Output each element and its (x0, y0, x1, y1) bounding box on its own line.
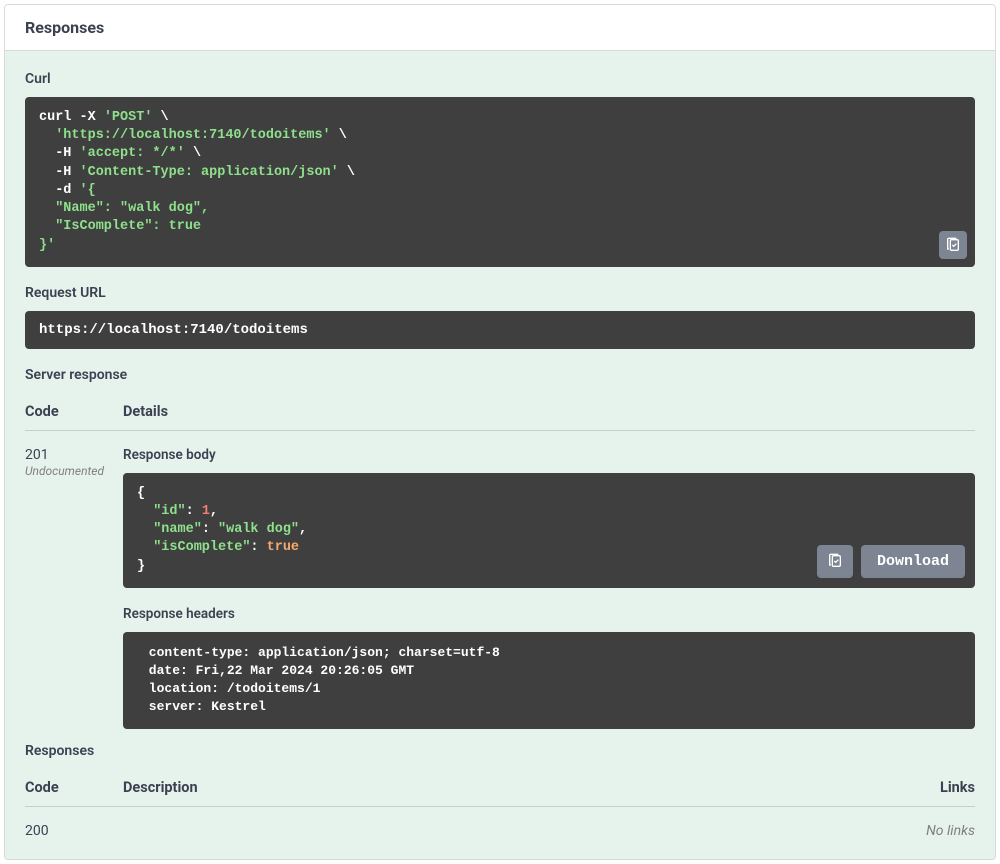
col-details-header: Details (123, 403, 975, 420)
response-body-actions: Download (817, 545, 965, 578)
col-code-header: Code (25, 403, 123, 420)
request-url-label: Request URL (25, 285, 975, 301)
status-note: Undocumented (25, 464, 123, 478)
responses-list-label: Responses (25, 743, 975, 759)
download-button[interactable]: Download (861, 545, 965, 578)
clipboard-icon (827, 553, 843, 569)
response-headers-block: content-type: application/json; charset=… (123, 632, 975, 729)
responses-header: Responses (5, 5, 995, 51)
col-links-header: Links (875, 779, 975, 796)
response-body-label: Response body (123, 447, 975, 463)
curl-code: curl -X 'POST' \ 'https://localhost:7140… (39, 109, 961, 255)
responses-list-table: Code Description Links 200No links (25, 769, 975, 839)
responses-panel: Responses Curl curl -X 'POST' \ 'https:/… (4, 4, 996, 860)
curl-block: curl -X 'POST' \ 'https://localhost:7140… (25, 97, 975, 267)
curl-label: Curl (25, 71, 975, 87)
details-cell: Response body { "id": 1, "name": "walk d… (123, 447, 975, 729)
response-body-block: { "id": 1, "name": "walk dog", "isComple… (123, 473, 975, 588)
table-row: 200No links (25, 807, 975, 839)
status-code: 201 (25, 447, 123, 463)
copy-curl-button[interactable] (939, 231, 967, 259)
col-description-header: Description (123, 779, 875, 796)
responses-list-header: Code Description Links (25, 769, 975, 807)
col-code-header-2: Code (25, 779, 123, 796)
responses-body: Curl curl -X 'POST' \ 'https://localhost… (5, 51, 995, 859)
copy-response-button[interactable] (817, 545, 853, 578)
server-response-table: Code Details 201 Undocumented Response b… (25, 393, 975, 729)
request-url-block: https://localhost:7140/todoitems (25, 311, 975, 349)
clipboard-icon (945, 237, 961, 253)
status-code-cell: 201 Undocumented (25, 447, 123, 729)
response-headers-label: Response headers (123, 606, 975, 622)
responses-title: Responses (25, 18, 975, 37)
server-response-table-header: Code Details (25, 393, 975, 431)
response-row: 201 Undocumented Response body { "id": 1… (25, 431, 975, 729)
server-response-label: Server response (25, 367, 975, 383)
